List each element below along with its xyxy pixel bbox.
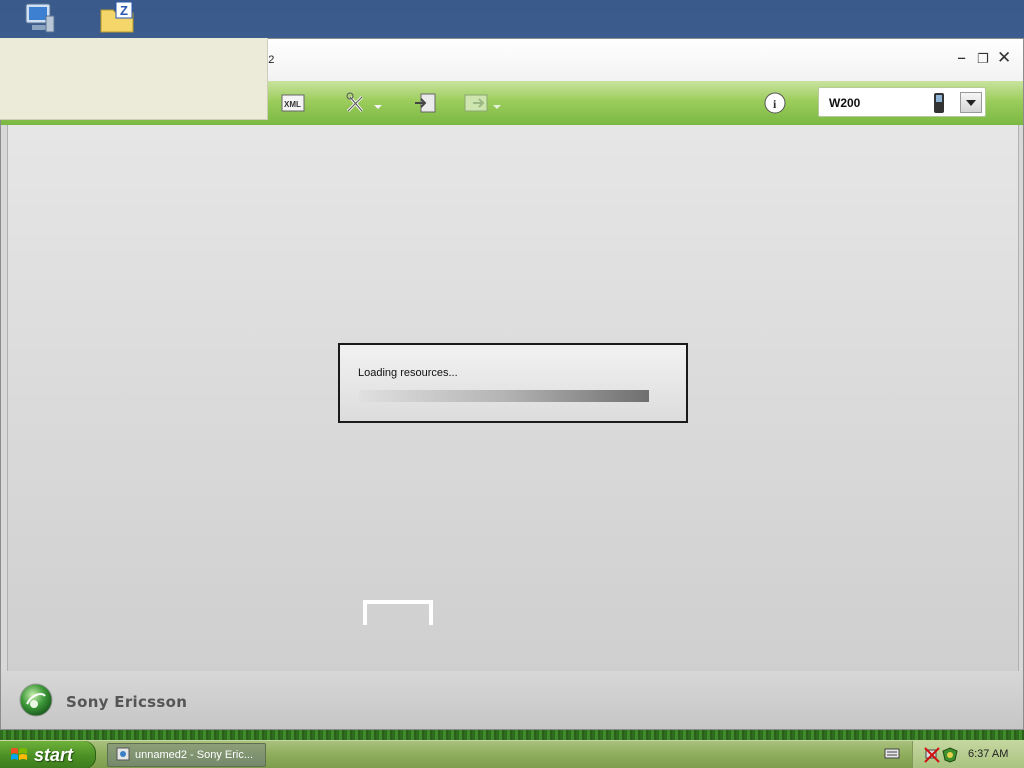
sony-ericsson-logo-icon	[18, 682, 54, 721]
tools-icon	[346, 92, 382, 113]
import-icon	[464, 94, 501, 112]
info-button[interactable]: i	[763, 89, 787, 117]
start-button[interactable]: start	[0, 741, 96, 768]
taskbar: start unnamed2 - Sony Eric... 6:37 AM	[0, 740, 1024, 768]
loading-dialog: Loading resources...	[338, 343, 688, 423]
progress-bar-fill	[359, 390, 649, 402]
close-button[interactable]: ✕	[997, 48, 1011, 68]
model-select-value: W200	[829, 96, 861, 110]
xml-icon: XML	[281, 94, 305, 112]
keyboard-icon[interactable]	[884, 746, 900, 763]
export-icon	[415, 93, 436, 113]
white-bracket-shape	[363, 600, 433, 625]
phone-icon	[932, 92, 946, 117]
system-tray: 6:37 AM	[912, 741, 1024, 768]
import-menu-button[interactable]	[463, 89, 505, 117]
desktop-zip-folder-icon[interactable]: Z	[98, 0, 138, 36]
maximize-button[interactable]: ❐	[977, 51, 989, 67]
svg-text:Z: Z	[120, 3, 128, 18]
overlay-panel	[0, 38, 268, 120]
app-window: ed2 ‒ ❐ ✕ XML	[0, 38, 1024, 730]
footer: Sony Ericsson	[1, 671, 1023, 729]
app-icon	[116, 747, 130, 764]
desktop-computer-icon[interactable]	[20, 0, 60, 36]
info-icon: i	[764, 92, 786, 114]
taskbar-item-label: unnamed2 - Sony Eric...	[135, 749, 254, 761]
brand-text: Sony Ericsson	[66, 693, 188, 711]
loading-text: Loading resources...	[358, 367, 458, 379]
start-label: start	[34, 744, 74, 765]
minimize-button[interactable]: ‒	[958, 50, 965, 65]
xml-button[interactable]: XML	[281, 89, 305, 117]
svg-text:XML: XML	[284, 100, 301, 109]
network-icon[interactable]	[924, 747, 940, 766]
taskbar-item-app[interactable]: unnamed2 - Sony Eric...	[107, 743, 266, 767]
chevron-down-icon	[966, 99, 976, 106]
model-select-dropdown-button[interactable]	[960, 92, 982, 113]
windows-logo-icon	[11, 748, 27, 760]
content-area: Loading resources...	[7, 125, 1019, 671]
model-select[interactable]: W200	[818, 87, 986, 117]
progress-bar	[359, 390, 649, 402]
clock: 6:37 AM	[968, 748, 1009, 760]
desktop-grass-strip	[0, 730, 1024, 740]
tools-menu-button[interactable]	[344, 89, 386, 117]
security-icon[interactable]	[942, 747, 958, 766]
export-button[interactable]	[413, 89, 439, 117]
